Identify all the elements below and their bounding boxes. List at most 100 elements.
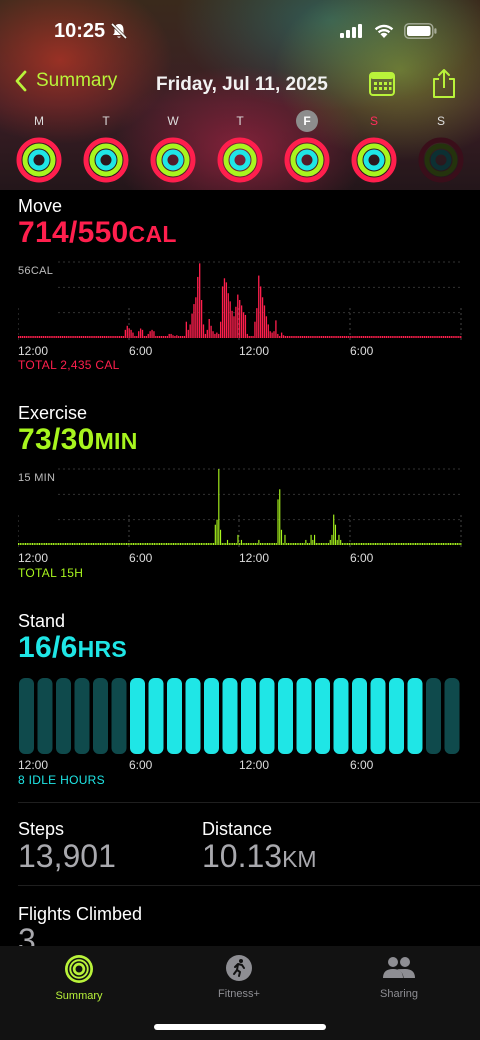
chart-bar: [314, 534, 316, 545]
back-button[interactable]: Summary: [14, 70, 117, 92]
chart-bar: [394, 543, 396, 545]
chart-bar: [120, 543, 122, 545]
chart-bar: [82, 336, 85, 338]
distance-label: Distance: [202, 819, 273, 839]
chart-bar: [199, 543, 201, 545]
chart-bar: [166, 543, 168, 545]
chart-bar: [452, 336, 454, 338]
chart-bar: [200, 543, 202, 545]
chart-bar: [294, 336, 296, 338]
chart-bar: [254, 543, 256, 545]
chart-bar: [265, 543, 267, 545]
tab-summary[interactable]: Summary: [24, 954, 134, 1002]
chart-bar: [391, 336, 393, 338]
week-day-1[interactable]: T: [81, 110, 131, 183]
chart-bar: [272, 543, 274, 545]
tab-sharing[interactable]: Sharing: [344, 954, 454, 1000]
chart-bar: [349, 336, 351, 338]
chart-bar: [193, 543, 195, 545]
chart-bar: [269, 331, 271, 338]
stand-hour-bar: [167, 678, 182, 754]
move-total: TOTAL 2,435 CAL: [18, 358, 120, 372]
chart-bar: [258, 539, 260, 545]
chart-bar: [77, 336, 79, 338]
chart-bar: [334, 524, 337, 545]
chart-bar: [227, 293, 229, 338]
week-day-5[interactable]: S: [349, 110, 399, 183]
chart-bar: [416, 336, 418, 338]
chart-bar: [411, 543, 413, 545]
chart-bar: [88, 336, 90, 338]
chart-bar: [336, 539, 338, 545]
axis-tick-label: 12:00: [239, 758, 270, 772]
chart-bar: [414, 336, 416, 338]
chart-bar: [451, 543, 453, 545]
chart-bar: [211, 543, 213, 545]
chart-bar: [21, 543, 23, 545]
chart-bar: [336, 336, 338, 338]
chart-bar: [361, 543, 363, 545]
chart-bar: [77, 543, 79, 545]
chart-bar: [385, 543, 387, 545]
chart-bar: [235, 306, 237, 338]
chart-bar: [412, 336, 414, 338]
week-day-3[interactable]: T: [215, 110, 265, 183]
chart-bar: [216, 332, 218, 338]
chart-bar: [139, 328, 142, 338]
chart-bar: [208, 319, 210, 338]
stand-hour-bar: [278, 678, 293, 754]
chart-bar: [333, 514, 335, 545]
week-day-2[interactable]: W: [148, 110, 198, 183]
axis-tick-label: 6:00: [129, 551, 153, 565]
chart-bar: [98, 336, 100, 338]
chart-bar: [246, 543, 248, 545]
chart-bar: [35, 543, 37, 545]
chart-bar: [106, 543, 108, 545]
chart-bar: [23, 543, 25, 545]
week-day-4[interactable]: F: [282, 110, 332, 183]
chart-bar: [40, 336, 43, 338]
calendar-icon[interactable]: [368, 70, 396, 103]
stand-chart: [19, 678, 460, 754]
chart-bar: [430, 543, 432, 545]
chart-bar: [437, 336, 439, 338]
chart-bar: [118, 543, 121, 545]
activity-rings-icon: [150, 137, 196, 183]
chart-bar: [307, 543, 309, 545]
chart-bar: [308, 543, 310, 545]
chart-bar: [388, 543, 391, 545]
chart-bar: [286, 543, 288, 545]
chart-bar: [25, 336, 27, 338]
chart-bar: [61, 336, 64, 338]
chart-bar: [332, 336, 334, 338]
chart-bar: [432, 543, 434, 545]
chart-bar: [134, 543, 136, 545]
chart-bar: [387, 336, 389, 338]
chart-bar: [374, 336, 376, 338]
tab-fitness-plus[interactable]: Fitness+: [184, 954, 294, 1000]
stand-title: Stand: [18, 611, 66, 631]
chart-bar: [361, 336, 363, 338]
share-icon[interactable]: [431, 68, 457, 105]
chart-bar: [252, 336, 254, 338]
chart-bar: [319, 543, 321, 545]
chart-bar: [199, 263, 201, 338]
chart-bar: [128, 328, 130, 338]
chart-bar: [266, 543, 269, 545]
chart-bar: [96, 543, 98, 545]
week-day-6[interactable]: S: [416, 110, 466, 183]
chart-bar: [33, 336, 35, 338]
chart-bar: [352, 543, 354, 545]
chart-bar: [148, 543, 150, 545]
chart-bar: [71, 336, 73, 338]
week-day-0[interactable]: M: [14, 110, 64, 183]
chart-bar: [315, 336, 317, 338]
chart-bar: [134, 336, 136, 338]
exercise-title: Exercise: [18, 403, 88, 423]
chart-bar: [376, 543, 378, 545]
chart-bar: [434, 543, 436, 545]
chart-bar: [303, 543, 305, 545]
chart-bar: [99, 543, 101, 545]
chart-bar: [21, 336, 24, 338]
move-value-number: 714/550: [18, 216, 129, 249]
